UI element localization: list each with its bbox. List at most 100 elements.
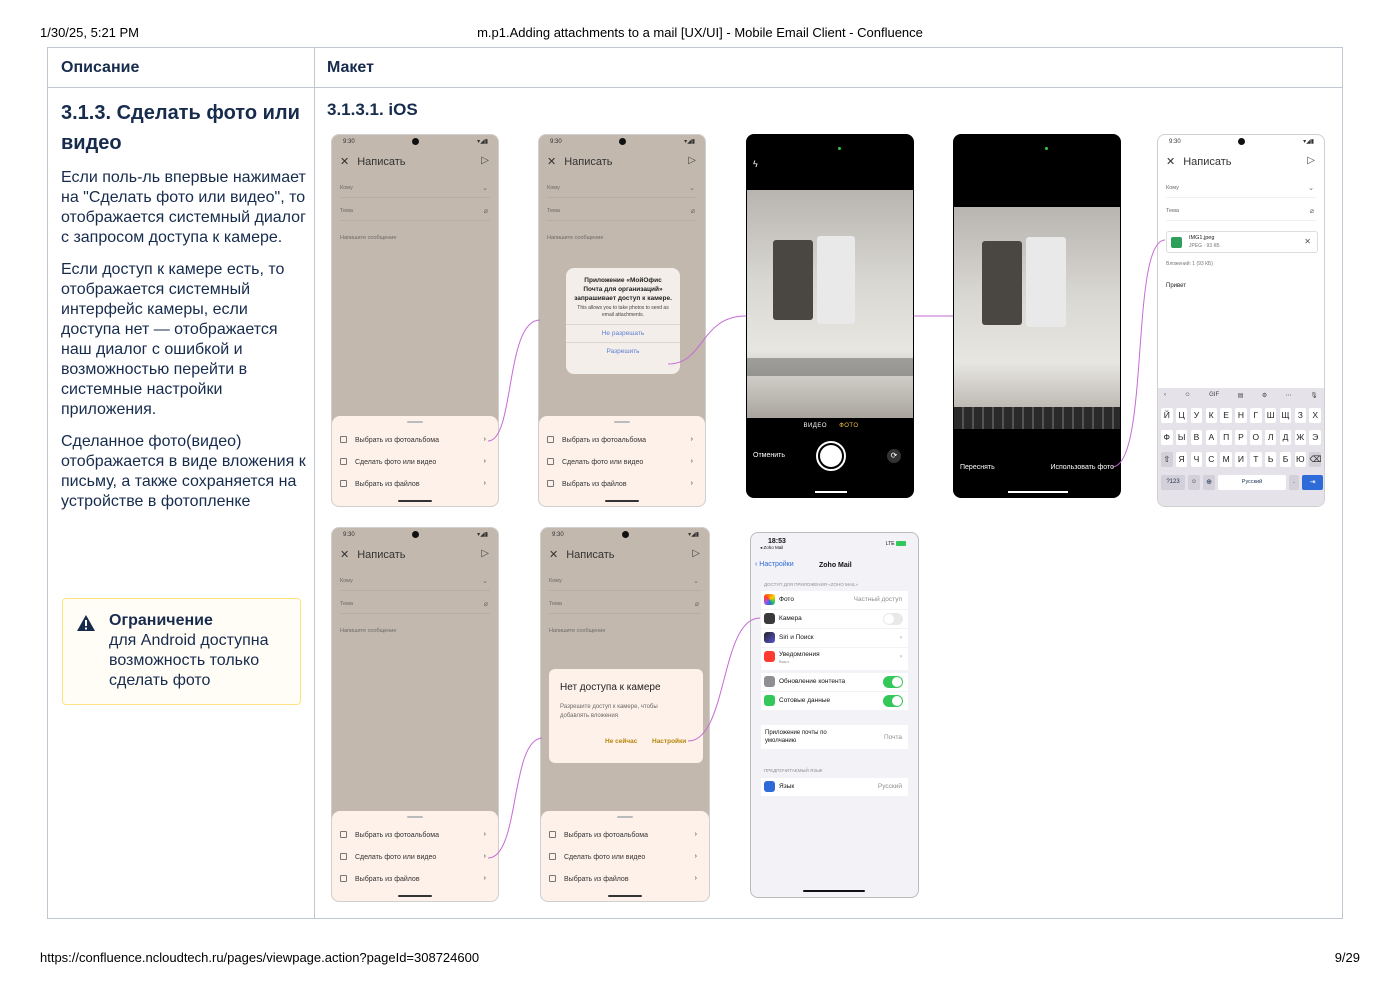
more-icon[interactable]: ⋯ [1286, 392, 1292, 404]
camera-cancel-button[interactable]: Отменить [753, 452, 785, 459]
key[interactable]: Н [1235, 408, 1247, 423]
key[interactable]: Д [1279, 430, 1292, 445]
subject-field[interactable]: Тема ⌀ [1166, 208, 1316, 221]
ios-row-cellular[interactable]: Сотовые данные [761, 692, 908, 710]
key[interactable]: К [1205, 408, 1218, 423]
key[interactable]: А [1205, 430, 1218, 445]
subject-field[interactable]: Тема ⌀ [340, 601, 490, 614]
key[interactable]: Ю [1294, 452, 1307, 467]
send-icon[interactable]: ▷ [1307, 155, 1315, 166]
refresh-toggle[interactable] [883, 676, 903, 688]
space-key[interactable]: Русский [1218, 475, 1286, 490]
shift-key[interactable]: ⇧ [1161, 452, 1173, 467]
ios-row-language[interactable]: Язык Русский [761, 778, 908, 796]
key[interactable]: Л [1264, 430, 1277, 445]
sheet-item-album[interactable]: Выбрать из фотоальбома › [340, 831, 490, 839]
send-icon[interactable]: ▷ [481, 548, 489, 559]
close-icon[interactable]: ✕ [340, 549, 349, 561]
body-field[interactable]: Напишите сообщение [549, 628, 701, 640]
key[interactable]: С [1205, 452, 1218, 467]
subject-field[interactable]: Тема ⌀ [340, 208, 490, 221]
to-field[interactable]: Кому ⌄ [340, 578, 490, 591]
key[interactable]: Т [1250, 452, 1262, 467]
allow-button[interactable]: Разрешить [566, 342, 680, 360]
mode-video[interactable]: ВИДЕО [803, 423, 827, 429]
ios-row-photos[interactable]: Фото Частный доступ [761, 591, 908, 609]
clipboard-icon[interactable]: ▤ [1238, 392, 1244, 404]
sheet-item-camera[interactable]: Сделать фото или видео › [547, 458, 697, 466]
key[interactable]: Ч [1190, 452, 1203, 467]
close-icon[interactable]: ✕ [1166, 156, 1175, 168]
mic-icon[interactable]: 🎙 [1310, 392, 1318, 404]
to-field[interactable]: Кому ⌄ [547, 185, 697, 198]
to-field[interactable]: Кому ⌄ [549, 578, 701, 591]
sheet-item-album[interactable]: Выбрать из фотоальбома › [549, 831, 701, 839]
key[interactable]: О [1250, 430, 1262, 445]
key[interactable]: Я [1175, 452, 1188, 467]
body-field[interactable]: Напишите сообщение [547, 235, 697, 247]
key[interactable]: Ф [1161, 430, 1173, 445]
body-field[interactable]: Напишите сообщение [340, 235, 490, 247]
sheet-item-camera[interactable]: Сделать фото или видео › [340, 458, 490, 466]
sheet-item-album[interactable]: Выбрать из фотоальбома › [547, 436, 697, 444]
sheet-item-files[interactable]: Выбрать из файлов › [547, 480, 697, 488]
send-icon[interactable]: ▷ [692, 548, 700, 559]
body-field[interactable]: Напишите сообщение [340, 628, 490, 640]
deny-button[interactable]: Не разрешать [566, 324, 680, 342]
key[interactable]: Ы [1175, 430, 1188, 445]
key[interactable]: З [1294, 408, 1307, 423]
settings-button[interactable]: Настройки [652, 738, 686, 745]
close-icon[interactable]: ✕ [547, 156, 556, 168]
globe-icon[interactable]: ⊕ [1203, 475, 1215, 490]
subject-field[interactable]: Тема ⌀ [549, 601, 701, 614]
key[interactable]: У [1190, 408, 1203, 423]
switch-camera-icon[interactable]: ⟳ [887, 449, 901, 463]
not-now-button[interactable]: Не сейчас [605, 738, 637, 745]
attachment-chip[interactable]: IMG1.jpeg JPEG · 93 КБ ✕ [1166, 231, 1318, 253]
message-body[interactable]: Привет [1166, 283, 1186, 289]
send-icon[interactable]: ▷ [688, 155, 696, 166]
shutter-button[interactable] [816, 441, 846, 471]
key[interactable]: Щ [1279, 408, 1292, 423]
camera-toggle[interactable] [883, 613, 903, 625]
sheet-item-files[interactable]: Выбрать из файлов › [340, 875, 490, 883]
key[interactable]: Р [1235, 430, 1247, 445]
emoji-key[interactable]: ☺ [1188, 475, 1200, 490]
key[interactable]: Б [1279, 452, 1292, 467]
sticker-icon[interactable]: ☺ [1185, 392, 1191, 404]
num-key[interactable]: ?123 [1161, 475, 1185, 490]
to-field[interactable]: Кому ⌄ [340, 185, 490, 198]
ios-row-refresh[interactable]: Обновление контента [761, 673, 908, 691]
gif-button[interactable]: GIF [1209, 392, 1219, 404]
backspace-key[interactable]: ⌫ [1309, 452, 1321, 467]
key[interactable]: Й [1161, 408, 1173, 423]
use-photo-button[interactable]: Использовать фото [1050, 464, 1114, 471]
key[interactable]: Ш [1264, 408, 1277, 423]
sheet-item-album[interactable]: Выбрать из фотоальбома › [340, 436, 490, 444]
period-key[interactable]: . [1289, 475, 1299, 490]
to-field[interactable]: Кому ⌄ [1166, 185, 1316, 198]
key[interactable]: Ь [1264, 452, 1277, 467]
remove-attachment-icon[interactable]: ✕ [1304, 237, 1311, 246]
retake-button[interactable]: Переснять [960, 464, 995, 471]
ios-row-siri[interactable]: Siri и Поиск › [761, 629, 908, 647]
enter-key[interactable]: ⇥ [1302, 475, 1323, 490]
sheet-item-files[interactable]: Выбрать из файлов › [549, 875, 701, 883]
ios-row-default-mail[interactable]: Приложение почты по умолчанию Почта [761, 725, 908, 749]
gear-icon[interactable]: ⚙ [1262, 392, 1267, 404]
send-icon[interactable]: ▷ [481, 155, 489, 166]
key[interactable]: Ж [1294, 430, 1307, 445]
sheet-item-files[interactable]: Выбрать из файлов › [340, 480, 490, 488]
ios-row-notifications[interactable]: Уведомления Выкл. › [761, 648, 908, 670]
key[interactable]: П [1220, 430, 1232, 445]
sheet-item-camera[interactable]: Сделать фото или видео › [340, 853, 490, 861]
back-icon[interactable]: ‹ [1164, 392, 1166, 404]
ios-back-button[interactable]: ‹ Настройки [755, 561, 794, 568]
sheet-item-camera[interactable]: Сделать фото или видео › [549, 853, 701, 861]
subject-field[interactable]: Тема ⌀ [547, 208, 697, 221]
flash-icon[interactable]: ϟ [753, 159, 758, 169]
back-to-app[interactable]: ◂ Zoho Mail [760, 545, 783, 551]
key[interactable]: Е [1220, 408, 1232, 423]
key[interactable]: Г [1250, 408, 1262, 423]
key[interactable]: М [1220, 452, 1232, 467]
